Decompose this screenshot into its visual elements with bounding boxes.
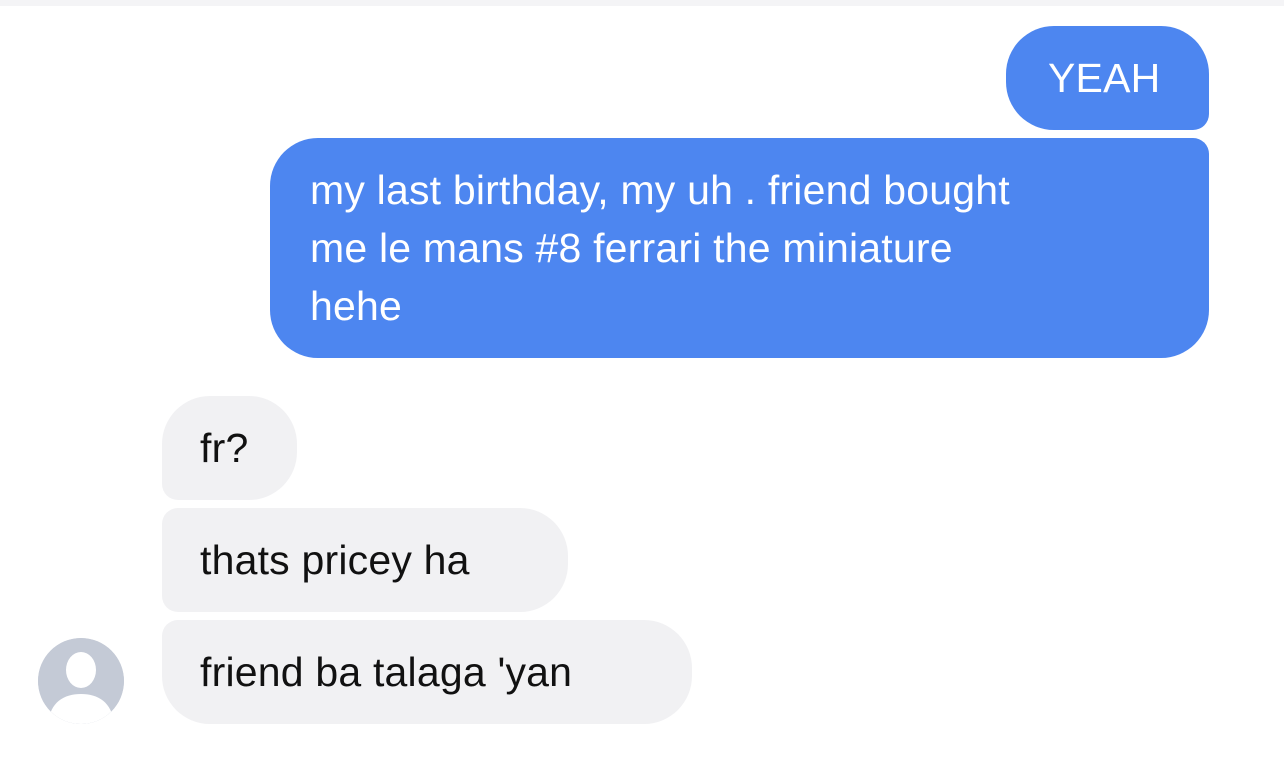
top-divider	[0, 0, 1284, 6]
message-bubble-incoming[interactable]: fr?	[162, 396, 297, 500]
default-profile-icon	[38, 638, 124, 724]
message-bubble-outgoing[interactable]: my last birthday, my uh . friend bought …	[270, 138, 1209, 358]
sender-avatar[interactable]	[38, 638, 124, 724]
message-bubble-incoming[interactable]: friend ba talaga 'yan	[162, 620, 692, 724]
message-bubble-incoming[interactable]: thats pricey ha	[162, 508, 568, 612]
message-bubble-outgoing[interactable]: YEAH	[1006, 26, 1209, 130]
